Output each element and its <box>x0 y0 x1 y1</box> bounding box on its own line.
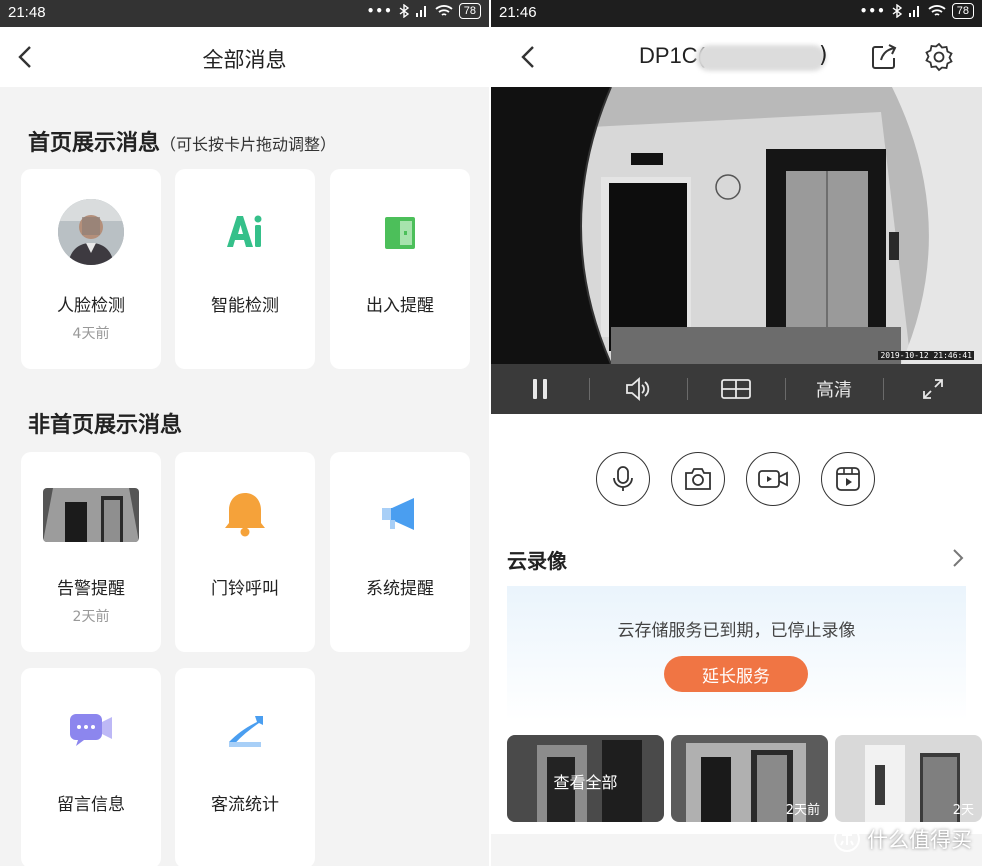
home-section-title: 首页展示消息（可长按卡片拖动调整） <box>28 125 336 157</box>
wifi-icon <box>435 5 453 16</box>
card-label: 客流统计 <box>211 795 279 815</box>
face-avatar-image <box>58 199 124 265</box>
video-timestamp: 2019-10-12 21:46:41 <box>878 351 974 360</box>
video-control-bar: 高清 <box>491 364 982 414</box>
card-doorbell-call[interactable]: 门铃呼叫 <box>175 452 315 652</box>
all-messages-screen: 21:48 ••• 78 全部消息 首页展示消息（可长按卡片拖动调整） 人脸检测… <box>0 0 489 866</box>
card-label: 告警提醒 <box>57 579 125 599</box>
card-system-reminder[interactable]: 系统提醒 <box>330 452 470 652</box>
recording-age: 2天前 <box>785 803 820 818</box>
recording-thumbnail[interactable]: 2天前 <box>671 735 828 822</box>
card-label: 门铃呼叫 <box>211 579 279 599</box>
expired-message: 云存储服务已到期，已停止录像 <box>617 621 856 641</box>
watermark-text: 什么值得买 <box>867 828 972 852</box>
film-playback-icon <box>836 467 860 491</box>
door-icon <box>382 215 418 255</box>
fullscreen-button[interactable] <box>883 364 982 414</box>
card-smart-detection[interactable]: 智能检测 <box>175 169 315 369</box>
top-nav-bar: 全部消息 <box>0 27 489 87</box>
bluetooth-icon <box>892 4 902 18</box>
megaphone-icon <box>380 496 420 536</box>
record-button[interactable] <box>746 452 800 506</box>
split-view-button[interactable] <box>687 364 785 414</box>
redacted-device-id <box>696 45 826 71</box>
card-label: 出入提醒 <box>366 296 434 316</box>
status-bar: 21:46 ••• 78 <box>491 0 982 27</box>
recording-thumbnail[interactable]: 2天 <box>835 735 982 822</box>
watermark-logo-icon <box>834 826 860 852</box>
card-label: 智能检测 <box>211 296 279 316</box>
more-dots-icon: ••• <box>859 4 886 18</box>
more-dots-icon: ••• <box>366 4 393 18</box>
recording-age: 2天 <box>952 803 974 818</box>
status-bar: 21:48 ••• 78 <box>0 0 489 27</box>
card-visitor-statistics[interactable]: 客流统计 <box>175 668 315 866</box>
top-nav-bar: DP1C( ) <box>491 27 982 87</box>
pause-button[interactable] <box>491 364 589 414</box>
camera-feed-image <box>491 87 982 364</box>
view-all-label: 查看全部 <box>553 773 618 792</box>
back-arrow-icon <box>521 46 534 68</box>
playback-button[interactable] <box>821 452 875 506</box>
status-icons: ••• 78 <box>367 3 481 19</box>
share-icon[interactable] <box>869 42 899 72</box>
cloud-expired-banner: 云存储服务已到期，已停止录像 延长服务 <box>507 586 966 721</box>
chevron-right-icon[interactable] <box>952 548 964 568</box>
status-icons: ••• 78 <box>860 3 974 19</box>
bell-icon <box>223 490 267 542</box>
quality-button[interactable]: 高清 <box>785 364 883 414</box>
device-title-suffix: ) <box>819 43 828 68</box>
trend-icon <box>225 712 265 752</box>
home-section-heading: 首页展示消息 <box>28 131 161 156</box>
cloud-recording-title: 云录像 <box>507 549 567 573</box>
wifi-icon <box>928 5 946 16</box>
message-icon <box>68 712 114 750</box>
snapshot-button[interactable] <box>671 452 725 506</box>
microphone-icon <box>613 466 633 491</box>
battery-indicator: 78 <box>458 3 481 19</box>
pause-icon <box>533 379 547 399</box>
card-face-detection[interactable]: 人脸检测 4天前 <box>21 169 161 369</box>
alarm-thumbnail <box>43 488 139 542</box>
card-entry-exit-reminder[interactable]: 出入提醒 <box>330 169 470 369</box>
card-time: 2天前 <box>72 609 110 625</box>
ai-icon <box>225 213 265 253</box>
extend-service-button[interactable]: 延长服务 <box>664 656 808 692</box>
page-title: 全部消息 <box>202 48 287 72</box>
back-button[interactable] <box>513 42 543 72</box>
card-voice-message[interactable]: 留言信息 <box>21 668 161 866</box>
talk-button[interactable] <box>596 452 650 506</box>
bluetooth-icon <box>399 4 409 18</box>
status-time: 21:46 <box>499 4 537 21</box>
speaker-icon <box>626 377 650 401</box>
live-video-view[interactable]: 2019-10-12 21:46:41 <box>491 87 982 364</box>
status-time: 21:48 <box>8 4 46 21</box>
fullscreen-icon <box>922 379 943 399</box>
volume-button[interactable] <box>589 364 687 414</box>
face-avatar <box>58 199 124 265</box>
other-section-title: 非首页展示消息 <box>28 413 183 438</box>
settings-gear-icon[interactable] <box>924 42 954 72</box>
device-controls-panel: 云录像 云存储服务已到期，已停止录像 延长服务 查看全部 2天前 2天 <box>491 414 982 834</box>
battery-indicator: 78 <box>951 3 974 19</box>
signal-icon <box>908 6 919 17</box>
card-time: 4天前 <box>72 326 110 342</box>
recording-thumbnail[interactable]: 查看全部 <box>507 735 664 822</box>
signal-icon <box>415 6 426 17</box>
home-section-note: （可长按卡片拖动调整） <box>160 135 337 154</box>
card-label: 人脸检测 <box>57 296 125 316</box>
camera-icon <box>685 468 711 490</box>
watermark: 什么值得买 <box>833 824 972 854</box>
card-alarm-reminder[interactable]: 告警提醒 2天前 <box>21 452 161 652</box>
grid-layout-icon <box>721 379 751 399</box>
card-label: 留言信息 <box>57 795 125 815</box>
card-label: 系统提醒 <box>366 579 434 599</box>
video-record-icon <box>758 470 788 488</box>
camera-live-screen: 21:46 ••• 78 DP1C( ) 2019-10-12 21:46:41… <box>491 0 982 866</box>
